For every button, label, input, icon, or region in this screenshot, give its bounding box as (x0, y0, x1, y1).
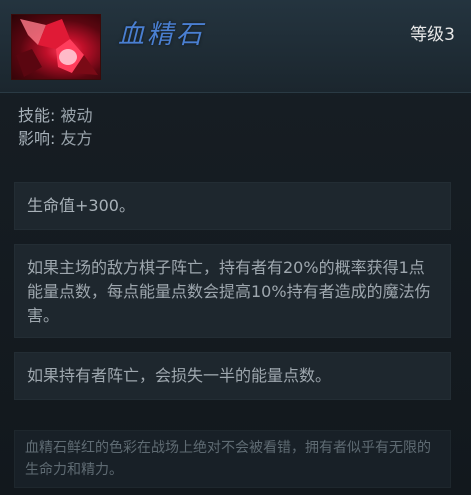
tooltip-header: 血精石 等级3 (0, 0, 471, 93)
affect-value: 友方 (60, 129, 93, 148)
item-meta: 技能: 被动 影响: 友方 (18, 104, 93, 150)
skill-value: 被动 (60, 106, 93, 125)
affect-label: 影响: (18, 129, 56, 148)
bloodstone-icon (11, 14, 101, 80)
item-tooltip: 血精石 等级3 技能: 被动 影响: 友方 生命值+300。 如果主场的敌方棋子… (0, 0, 471, 495)
skill-label: 技能: (18, 106, 56, 125)
item-name: 血精石 (118, 20, 206, 50)
affect-row: 影响: 友方 (18, 127, 93, 150)
stat-effect: 生命值+300。 (14, 182, 451, 230)
lore-text: 血精石鲜红的色彩在战场上绝对不会被看错，拥有者似乎有无限的生命力和精力。 (14, 430, 451, 488)
skill-row: 技能: 被动 (18, 104, 93, 127)
death-effect: 如果持有者阵亡，会损失一半的能量点数。 (14, 352, 451, 400)
item-level: 等级3 (410, 25, 455, 45)
passive-effect: 如果主场的敌方棋子阵亡，持有者有20%的概率获得1点能量点数，每点能量点数会提高… (14, 244, 451, 338)
